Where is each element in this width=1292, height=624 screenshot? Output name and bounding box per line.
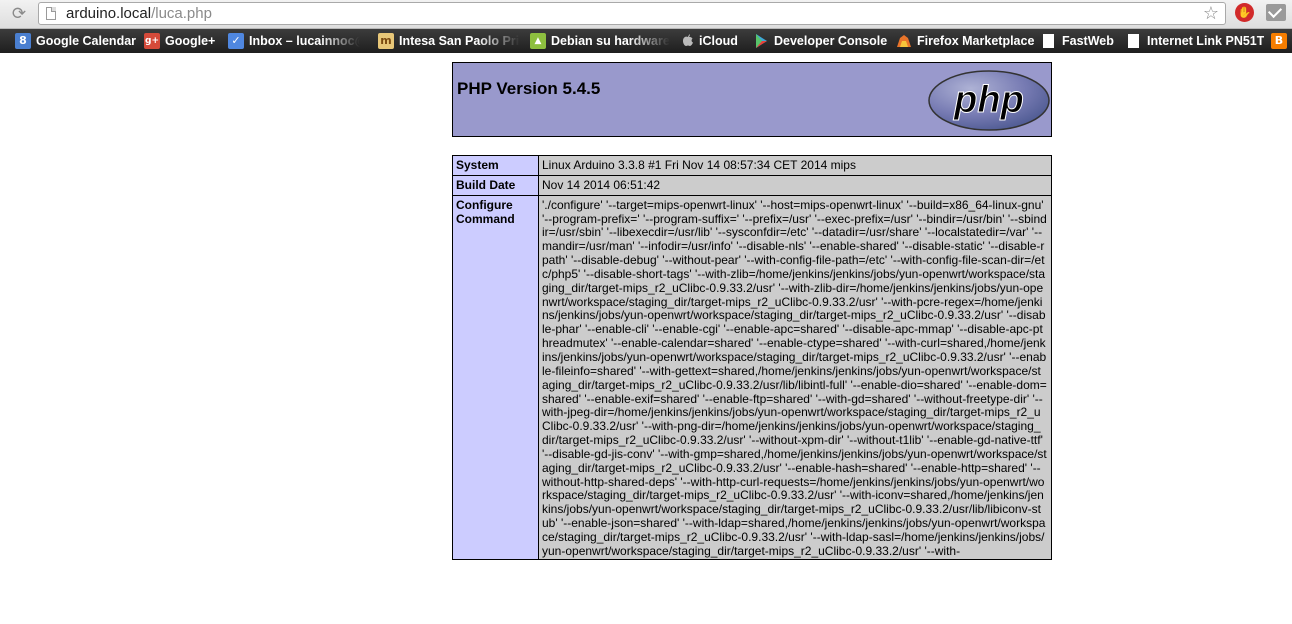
php-info-table: System Linux Arduino 3.3.8 #1 Fri Nov 14… <box>452 155 1052 560</box>
google-play-icon <box>753 33 769 49</box>
row-value: './configure' '--target=mips-openwrt-lin… <box>538 194 1052 560</box>
row-key: Build Date <box>452 174 539 196</box>
row-key: Configure Command <box>452 194 539 560</box>
row-key: System <box>452 155 539 176</box>
table-row: Build Date Nov 14 2014 06:51:42 <box>452 174 1052 196</box>
bookmark-label: Debian su hardware <box>551 34 670 48</box>
bookmarks-bar: 8 Google Calendar g+ Google+ ✓ Inbox – l… <box>0 29 1292 53</box>
bookmark-fastweb[interactable]: FastWeb <box>1043 32 1114 50</box>
bookmark-google-calendar[interactable]: 8 Google Calendar <box>15 32 136 50</box>
page-icon <box>1128 34 1139 48</box>
apple-icon <box>682 33 694 49</box>
bookmark-debian[interactable]: ▲ Debian su hardware <box>530 32 670 50</box>
bookmark-google-plus[interactable]: g+ Google+ <box>144 32 215 50</box>
url-path: /luca.php <box>151 5 212 22</box>
bookmark-label: Intesa San Paolo Pri <box>399 34 520 48</box>
bookmark-label: Google Calendar <box>36 34 137 48</box>
blogger-icon: B <box>1271 33 1287 49</box>
page-icon <box>46 7 56 20</box>
bookmark-internet-link[interactable]: Internet Link PN51T <box>1128 32 1264 50</box>
address-bar[interactable]: arduino.local/luca.php ☆ <box>38 2 1226 25</box>
row-value: Linux Arduino 3.3.8 #1 Fri Nov 14 08:57:… <box>538 155 1052 176</box>
url-text[interactable]: arduino.local/luca.php <box>66 5 212 23</box>
bookmark-intesa[interactable]: m Intesa San Paolo Pri <box>378 32 520 50</box>
gmail-extension-icon[interactable] <box>1266 4 1286 21</box>
bookmark-label: Google+ <box>165 34 216 48</box>
browser-toolbar: ⟳ arduino.local/luca.php ☆ ✋ <box>0 0 1292 29</box>
firefox-marketplace-icon <box>896 33 912 49</box>
bookmark-icloud[interactable]: iCloud <box>682 32 738 50</box>
intesa-icon: m <box>378 33 394 49</box>
bookmark-label: Firefox Marketplace <box>917 34 1035 48</box>
svg-text:php: php <box>953 79 1024 121</box>
php-version-header: PHP Version 5.4.5 php <box>452 62 1052 137</box>
bookmark-label: Inbox – lucainnoc@g <box>249 34 360 48</box>
bookmark-label: Developer Console <box>774 34 888 48</box>
bookmark-developer-console[interactable]: Developer Console <box>753 32 887 50</box>
url-host: arduino.local <box>66 5 152 22</box>
table-row: Configure Command './configure' '--targe… <box>452 194 1052 560</box>
google-plus-icon: g+ <box>144 33 160 49</box>
bookmark-label: FastWeb <box>1062 34 1114 48</box>
bookmark-inbox[interactable]: ✓ Inbox – lucainnoc@g <box>228 32 360 50</box>
reload-icon[interactable]: ⟳ <box>10 5 28 23</box>
bookmark-firefox-marketplace[interactable]: Firefox Marketplace <box>896 32 1034 50</box>
page-icon <box>1043 34 1054 48</box>
table-row: System Linux Arduino 3.3.8 #1 Fri Nov 14… <box>452 155 1052 176</box>
bookmark-label: Internet Link PN51T <box>1147 34 1265 48</box>
stop-extension-icon[interactable]: ✋ <box>1235 3 1254 22</box>
php-logo[interactable]: php <box>927 69 1051 132</box>
inbox-icon: ✓ <box>228 33 244 49</box>
row-value: Nov 14 2014 06:51:42 <box>538 174 1052 196</box>
android-icon: ▲ <box>530 33 546 49</box>
bookmark-label: iCloud <box>699 34 738 48</box>
bookmark-blogger[interactable]: B <box>1271 32 1292 50</box>
bookmark-star-icon[interactable]: ☆ <box>1203 3 1219 24</box>
page-title: PHP Version 5.4.5 <box>457 79 601 98</box>
google-calendar-icon: 8 <box>15 33 31 49</box>
